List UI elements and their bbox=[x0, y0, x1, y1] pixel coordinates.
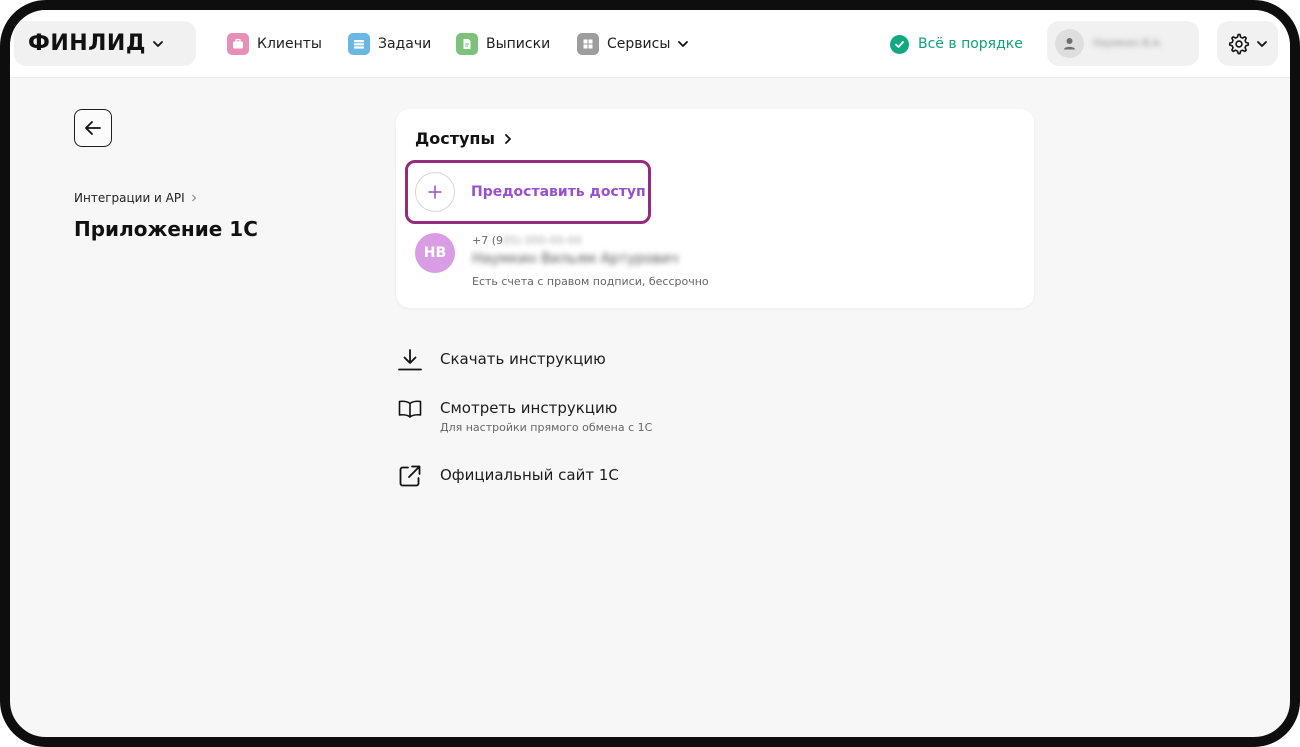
access-phone-rest: 05) 000-00-00 bbox=[503, 234, 582, 247]
access-list-item[interactable]: НВ +7 (905) 000-00-00 Наумкин Вильям Арт… bbox=[415, 233, 1015, 293]
briefcase-icon bbox=[227, 33, 249, 55]
back-button[interactable] bbox=[74, 109, 112, 147]
download-icon bbox=[398, 349, 422, 371]
nav-clients-label: Клиенты bbox=[257, 36, 322, 52]
book-icon bbox=[398, 400, 422, 418]
nav-tasks[interactable]: Задачи bbox=[348, 32, 431, 56]
access-phone: +7 (905) 000-00-00 bbox=[472, 234, 582, 247]
user-name: Наумкин В.А. bbox=[1093, 38, 1163, 49]
device-frame: ФИНЛИД Клиенты Задачи Выписки Сервисы Вс… bbox=[0, 0, 1300, 747]
plus-icon bbox=[415, 172, 455, 212]
nav-clients[interactable]: Клиенты bbox=[227, 32, 322, 56]
access-card: Доступы Предоставить доступ НВ +7 (905) … bbox=[396, 109, 1034, 308]
download-instruction-link[interactable]: Скачать инструкцию bbox=[398, 349, 606, 372]
breadcrumb[interactable]: Интеграции и API bbox=[74, 191, 198, 205]
page-title: Приложение 1С bbox=[74, 217, 258, 241]
brand-logo: ФИНЛИД bbox=[28, 31, 146, 56]
view-instruction-link[interactable]: Смотреть инструкцию Для настройки прямог… bbox=[398, 399, 652, 434]
access-phone-prefix: +7 (9 bbox=[472, 234, 504, 247]
view-instruction-subtitle: Для настройки прямого обмена с 1С bbox=[440, 421, 653, 434]
avatar: НВ bbox=[415, 233, 455, 273]
arrow-left-icon bbox=[85, 121, 101, 135]
breadcrumb-integrations: Интеграции и API bbox=[74, 191, 185, 205]
grant-access-label: Предоставить доступ bbox=[471, 184, 646, 200]
chevron-right-icon bbox=[191, 194, 196, 202]
chevron-right-icon bbox=[505, 133, 511, 144]
access-section-link[interactable]: Доступы bbox=[415, 129, 513, 148]
user-menu[interactable]: Наумкин В.А. bbox=[1047, 21, 1199, 66]
official-site-label: Официальный сайт 1С bbox=[440, 466, 619, 484]
external-link-icon bbox=[399, 465, 421, 487]
check-circle-icon bbox=[890, 34, 909, 54]
nav-services-label: Сервисы bbox=[607, 36, 671, 52]
chevron-down-icon bbox=[678, 41, 689, 47]
nav-statements-label: Выписки bbox=[486, 36, 551, 52]
view-instruction-label: Смотреть инструкцию bbox=[440, 399, 618, 417]
top-header: ФИНЛИД Клиенты Задачи Выписки Сервисы Вс… bbox=[10, 10, 1290, 78]
settings-button[interactable] bbox=[1217, 21, 1278, 66]
stack-icon bbox=[348, 33, 370, 55]
access-section-title: Доступы bbox=[415, 129, 495, 148]
grant-access-button[interactable]: Предоставить доступ bbox=[405, 160, 651, 224]
nav-services[interactable]: Сервисы bbox=[577, 32, 689, 56]
system-status[interactable]: Всё в порядке bbox=[890, 32, 1023, 56]
access-description: Есть счета с правом подписи, бессрочно bbox=[472, 275, 709, 288]
download-instruction-label: Скачать инструкцию bbox=[440, 350, 606, 368]
chevron-down-icon bbox=[1256, 40, 1267, 47]
gear-icon bbox=[1228, 33, 1249, 54]
nav-tasks-label: Задачи bbox=[378, 36, 432, 52]
status-label: Всё в порядке bbox=[918, 36, 1023, 52]
user-icon bbox=[1055, 29, 1084, 58]
grid-icon bbox=[577, 33, 599, 55]
brand-switcher[interactable]: ФИНЛИД bbox=[14, 21, 196, 66]
official-site-link[interactable]: Официальный сайт 1С bbox=[398, 465, 619, 488]
chevron-down-icon bbox=[153, 40, 163, 47]
nav-statements[interactable]: Выписки bbox=[456, 32, 550, 56]
document-icon bbox=[456, 33, 478, 55]
access-name: Наумкин Вильям Артурович bbox=[472, 251, 679, 267]
